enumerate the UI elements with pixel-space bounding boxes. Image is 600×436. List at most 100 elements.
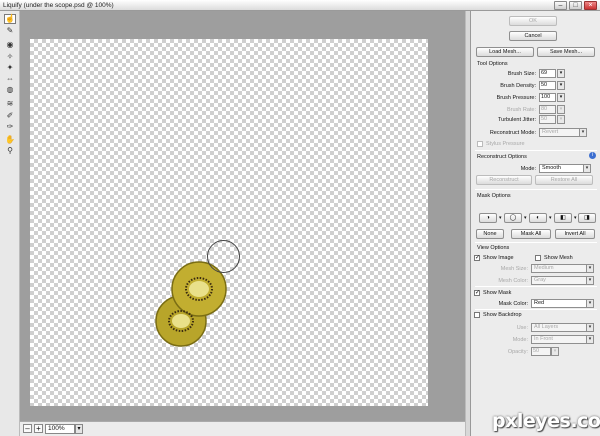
backdrop-use-dropdown-icon: ▾ — [586, 324, 593, 331]
replace-selection-dropdown-icon[interactable]: ▾ — [499, 216, 502, 221]
invert-all-button[interactable]: Invert All — [555, 229, 595, 239]
backdrop-mode-value: In Front — [534, 336, 553, 342]
intersect-mask-dropdown-icon[interactable]: ▾ — [574, 216, 577, 221]
reconstruct-tool-icon[interactable]: ✎ — [4, 26, 16, 36]
cancel-button[interactable]: Cancel — [509, 31, 557, 41]
brush-density-input[interactable]: 50 — [539, 81, 556, 90]
mesh-color-select[interactable]: Gray ▾ — [531, 276, 594, 285]
brush-rate-input[interactable]: 80 — [539, 105, 556, 114]
mesh-size-value: Medium — [534, 265, 554, 271]
liquify-toolbar: ☝ ✎ ◉ ✧ ✦ ⇔ ◍ ≋ ✐ ✑ ✋ ⚲ — [0, 11, 20, 436]
zoom-tool-icon[interactable]: ⚲ — [4, 146, 16, 156]
reconstruct-mode-label: Reconstruct Mode: — [489, 130, 536, 136]
subtract-from-mask-dropdown-icon[interactable]: ▾ — [549, 216, 552, 221]
turbulent-jitter-input[interactable]: 50 — [539, 115, 556, 124]
backdrop-mode-label: Mode: — [512, 337, 528, 343]
mirror-tool-icon[interactable]: ◍ — [4, 85, 16, 95]
reconstruct-mode-label-2: Mode: — [520, 166, 536, 172]
mesh-color-value: Gray — [534, 277, 546, 283]
reconstruct-smooth-select[interactable]: Smooth ▾ — [539, 164, 591, 173]
maximize-button[interactable]: □ — [569, 1, 582, 10]
divider — [475, 242, 597, 243]
replace-selection-icon[interactable]: ◑ — [479, 213, 497, 223]
zoom-level-field[interactable]: 100% — [45, 424, 75, 434]
backdrop-opacity-input[interactable]: 50 — [531, 347, 551, 356]
thaw-mask-tool-icon[interactable]: ✑ — [4, 122, 16, 132]
mask-color-select[interactable]: Red ▾ — [531, 299, 594, 308]
brush-size-input[interactable]: 69 — [539, 69, 556, 78]
restore-all-button[interactable]: Restore All — [535, 175, 593, 185]
subtract-from-mask-icon[interactable]: ◐ — [529, 213, 547, 223]
mesh-size-select[interactable]: Medium ▾ — [531, 264, 594, 273]
show-image-checkbox[interactable]: ✓ — [474, 255, 480, 261]
mask-all-button[interactable]: Mask All — [511, 229, 551, 239]
save-mesh-button[interactable]: Save Mesh... — [537, 47, 595, 57]
kiwi-lower-core — [172, 314, 190, 328]
reconstruct-button[interactable]: Reconstruct — [476, 175, 532, 185]
brush-size-label: Brush Size: — [507, 71, 536, 77]
info-icon[interactable]: i — [589, 152, 596, 159]
pucker-tool-icon[interactable]: ✧ — [4, 52, 16, 62]
push-left-tool-icon[interactable]: ⇔ — [4, 74, 16, 84]
zoom-dropdown-icon[interactable]: ▾ — [75, 424, 83, 434]
backdrop-mode-select[interactable]: In Front ▾ — [531, 335, 594, 344]
twirl-tool-icon[interactable]: ◉ — [4, 40, 16, 50]
divider — [475, 309, 597, 310]
mask-options-heading: Mask Options — [477, 193, 511, 199]
turbulent-jitter-label: Turbulent Jitter: — [497, 117, 536, 123]
hand-tool-icon[interactable]: ✋ — [4, 135, 16, 145]
statusbar: – + 100% ▾ — [20, 421, 465, 436]
brush-rate-label: Brush Rate: — [506, 107, 536, 113]
show-backdrop-checkbox[interactable] — [474, 312, 480, 318]
reconstruct-mode-select[interactable]: Revert ▾ — [539, 128, 587, 137]
transparency-canvas[interactable] — [30, 39, 428, 406]
divider — [475, 189, 597, 190]
preview-area[interactable] — [20, 11, 465, 421]
turbulence-tool-icon[interactable]: ≋ — [4, 99, 16, 109]
show-mesh-label: Show Mesh — [544, 255, 573, 261]
zoom-out-button[interactable]: – — [23, 424, 32, 433]
add-to-mask-dropdown-icon[interactable]: ▾ — [524, 216, 527, 221]
brush-cursor — [207, 240, 240, 273]
stylus-pressure-checkbox[interactable] — [477, 141, 483, 147]
backdrop-opacity-label: Opacity: — [507, 349, 528, 355]
divider — [475, 286, 597, 287]
mesh-color-label: Mesh Color: — [498, 278, 528, 284]
brush-pressure-dropdown-icon[interactable]: ▾ — [557, 93, 565, 102]
mesh-size-dropdown-icon: ▾ — [586, 265, 593, 272]
window-titlebar: Liquify (under the scope.psd @ 100%) – □… — [0, 0, 600, 11]
brush-density-dropdown-icon[interactable]: ▾ — [557, 81, 565, 90]
backdrop-mode-dropdown-icon: ▾ — [586, 336, 593, 343]
brush-pressure-input[interactable]: 100 — [539, 93, 556, 102]
mask-color-label: Mask Color: — [498, 301, 528, 307]
mask-color-value: Red — [534, 300, 545, 306]
mask-color-dropdown-icon: ▾ — [586, 300, 593, 307]
brush-size-dropdown-icon[interactable]: ▾ — [557, 69, 565, 78]
bloat-tool-icon[interactable]: ✦ — [4, 63, 16, 73]
smooth-dropdown-icon: ▾ — [583, 165, 590, 172]
ok-button[interactable]: OK — [509, 16, 557, 26]
mesh-size-label: Mesh Size: — [500, 266, 528, 272]
brush-rate-dropdown-icon[interactable]: ▾ — [557, 105, 565, 114]
add-to-mask-icon[interactable]: ◯ — [504, 213, 522, 223]
window-controls: – □ × — [554, 1, 597, 10]
invert-mask-icon[interactable]: ◨ — [578, 213, 596, 223]
brush-pressure-label: Brush Pressure: — [496, 95, 536, 101]
smooth-value: Smooth — [542, 165, 561, 171]
backdrop-use-label: Use: — [516, 325, 528, 331]
forward-warp-tool-icon[interactable]: ☝ — [4, 14, 16, 24]
show-mask-checkbox[interactable]: ✓ — [474, 290, 480, 296]
intersect-mask-icon[interactable]: ◧ — [554, 213, 572, 223]
mask-none-button[interactable]: None — [476, 229, 504, 239]
load-mesh-button[interactable]: Load Mesh... — [476, 47, 534, 57]
backdrop-use-value: All Layers — [534, 324, 559, 330]
show-mesh-checkbox[interactable] — [535, 255, 541, 261]
freeze-mask-tool-icon[interactable]: ✐ — [4, 111, 16, 121]
backdrop-opacity-dropdown-icon[interactable]: ▾ — [551, 347, 559, 356]
zoom-in-button[interactable]: + — [34, 424, 43, 433]
close-button[interactable]: × — [584, 1, 597, 10]
minimize-button[interactable]: – — [554, 1, 567, 10]
reconstruct-mode-value: Revert — [542, 129, 559, 135]
turbulent-jitter-dropdown-icon[interactable]: ▾ — [557, 115, 565, 124]
backdrop-use-select[interactable]: All Layers ▾ — [531, 323, 594, 332]
